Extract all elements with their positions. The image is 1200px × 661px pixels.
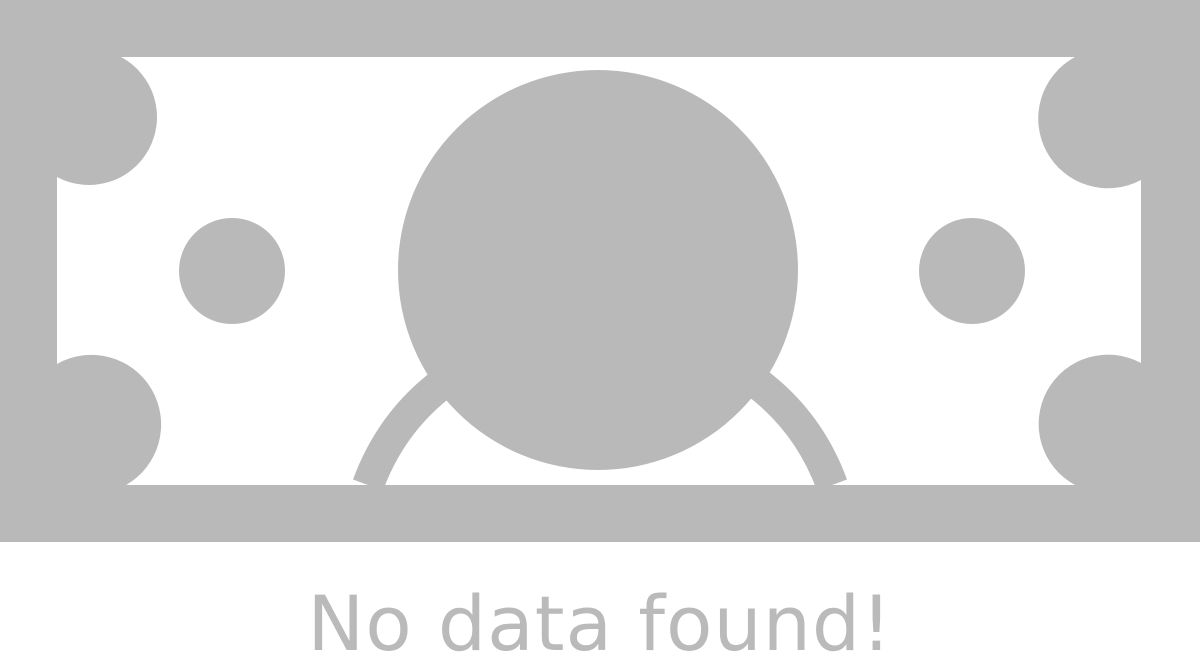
money-bill-icon: [0, 0, 1200, 542]
right-dot: [919, 218, 1025, 324]
left-dot: [179, 218, 285, 324]
empty-state: No data found!: [0, 0, 1200, 661]
portrait-head: [398, 70, 798, 470]
empty-state-message: No data found!: [307, 579, 893, 661]
